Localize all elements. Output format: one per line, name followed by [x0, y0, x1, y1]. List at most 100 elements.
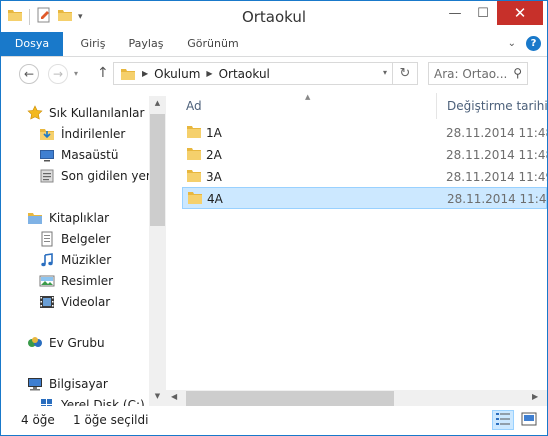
refresh-button[interactable]: ↻ — [392, 63, 417, 84]
nav-item-label: Yerel Disk (C:) — [61, 398, 145, 406]
file-list: ▲ Ad Değiştirme tarihi 1A 28.11.2014 11:… — [166, 91, 547, 406]
nav-item-label: İndirilenler — [61, 127, 126, 141]
file-name: 4A — [207, 192, 223, 206]
downloads-folder-icon — [39, 126, 55, 142]
file-name: 2A — [206, 148, 222, 162]
title-bar: ▾ Ortaokul — ☐ ✕ — [1, 1, 547, 32]
large-icons-view-button[interactable] — [518, 410, 540, 430]
nav-pane-scrollbar[interactable]: ▲ ▼ — [149, 96, 166, 406]
explorer-window: ▾ Ortaokul — ☐ ✕ Dosya Giriş Paylaş Görü… — [0, 0, 548, 436]
file-date: 28.11.2014 11:49 — [447, 192, 548, 206]
nav-item-local-disk[interactable]: Yerel Disk (C:) — [39, 395, 145, 406]
details-view-button[interactable] — [492, 410, 514, 430]
tab-file[interactable]: Dosya — [1, 32, 63, 56]
file-row[interactable]: 3A 28.11.2014 11:49 — [182, 166, 547, 188]
sort-ascending-icon: ▲ — [305, 93, 311, 101]
music-note-icon — [39, 252, 55, 268]
ribbon-tabs: Dosya Giriş Paylaş Görünüm ⌄ ? — [1, 32, 547, 57]
scroll-up-arrow[interactable]: ▲ — [149, 99, 166, 107]
file-row[interactable]: 1A 28.11.2014 11:48 — [182, 122, 547, 144]
up-button[interactable]: ↑ — [97, 65, 109, 81]
search-input[interactable]: Ara: Ortao... ⚲ — [428, 62, 528, 85]
nav-favorites[interactable]: Sık Kullanılanlar — [27, 103, 144, 123]
file-date: 28.11.2014 11:48 — [446, 148, 548, 162]
scroll-down-arrow[interactable]: ▼ — [149, 392, 166, 400]
folder-icon — [186, 169, 202, 186]
file-date: 28.11.2014 11:49 — [446, 170, 548, 184]
scroll-right-arrow[interactable]: ▶ — [532, 392, 538, 401]
folder-icon — [187, 191, 203, 208]
large-icons-view-icon — [521, 412, 537, 429]
nav-libraries[interactable]: Kitaplıklar — [27, 208, 109, 228]
tab-share[interactable]: Paylaş — [123, 32, 169, 56]
ribbon-controls: ⌄ ? — [508, 36, 541, 51]
nav-item-videos[interactable]: Videolar — [39, 292, 110, 312]
navigation-bar: ← → ▾ ↑ ▶ Okulum ▶ Ortaokul ▾ ↻ Ara: Ort… — [1, 57, 547, 91]
column-divider[interactable] — [436, 93, 437, 119]
column-header-name[interactable]: Ad — [186, 99, 202, 113]
nav-libraries-label: Kitaplıklar — [49, 211, 110, 225]
tab-home[interactable]: Giriş — [73, 32, 113, 56]
nav-item-downloads[interactable]: İndirilenler — [39, 124, 125, 144]
selected-count: 1 öğe seçildi — [73, 413, 149, 427]
file-name: 1A — [206, 126, 222, 140]
videos-icon — [39, 294, 55, 310]
search-icon[interactable]: ⚲ — [513, 66, 522, 80]
minimize-button[interactable]: — — [441, 1, 469, 25]
file-row-selected[interactable]: 4A 28.11.2014 11:49 — [182, 187, 547, 209]
details-view-icon — [495, 412, 511, 429]
help-icon[interactable]: ? — [526, 36, 541, 51]
nav-item-pictures[interactable]: Resimler — [39, 271, 113, 291]
address-bar[interactable]: ▶ Okulum ▶ Ortaokul ▾ ↻ — [113, 62, 418, 85]
scrollbar-thumb[interactable] — [186, 391, 394, 406]
nav-homegroup[interactable]: Ev Grubu — [27, 333, 105, 353]
folder-icon — [186, 125, 202, 142]
arrow-left-icon: ← — [23, 67, 35, 81]
breadcrumb-ortaokul[interactable]: Ortaokul — [219, 67, 270, 81]
recent-places-icon — [39, 168, 55, 184]
recent-locations-icon[interactable]: ▾ — [74, 69, 78, 78]
nav-computer[interactable]: Bilgisayar — [27, 374, 108, 394]
chevron-right-icon[interactable]: ▶ — [142, 69, 148, 78]
file-row[interactable]: 2A 28.11.2014 11:48 — [182, 144, 547, 166]
folder-icon — [120, 67, 136, 81]
forward-button[interactable]: → — [48, 64, 68, 84]
nav-item-music[interactable]: Müzikler — [39, 250, 111, 270]
nav-item-documents[interactable]: Belgeler — [39, 229, 111, 249]
refresh-icon: ↻ — [399, 66, 411, 81]
breadcrumb-okulum[interactable]: Okulum — [154, 67, 200, 81]
item-count: 4 öğe — [21, 413, 55, 427]
file-name: 3A — [206, 170, 222, 184]
tab-view[interactable]: Görünüm — [181, 32, 245, 56]
nav-item-label: Belgeler — [61, 232, 111, 246]
folder-icon — [186, 147, 202, 164]
windows-drive-icon — [39, 397, 55, 406]
libraries-icon — [27, 210, 43, 226]
maximize-button[interactable]: ☐ — [469, 1, 497, 25]
nav-item-label: Masaüstü — [61, 148, 119, 162]
status-bar: 4 öğe 1 öğe seçildi — [1, 406, 547, 435]
window-controls: — ☐ ✕ — [441, 1, 543, 25]
nav-item-label: Resimler — [61, 274, 114, 288]
desktop-icon — [39, 147, 55, 163]
nav-favorites-label: Sık Kullanılanlar — [49, 106, 145, 120]
chevron-right-icon[interactable]: ▶ — [206, 69, 212, 78]
star-icon — [27, 105, 43, 121]
pictures-icon — [39, 273, 55, 289]
nav-item-desktop[interactable]: Masaüstü — [39, 145, 118, 165]
file-date: 28.11.2014 11:48 — [446, 126, 548, 140]
nav-item-recent-places[interactable]: Son gidilen yerler — [39, 166, 164, 186]
nav-item-label: Videolar — [61, 295, 111, 309]
close-button[interactable]: ✕ — [497, 1, 543, 25]
column-header-row: ▲ Ad Değiştirme tarihi — [166, 91, 547, 119]
content-horizontal-scrollbar[interactable]: ◀ ▶ — [166, 390, 547, 407]
address-history-dropdown[interactable]: ▾ — [383, 68, 387, 77]
column-header-date-modified[interactable]: Değiştirme tarihi — [447, 99, 547, 113]
back-button[interactable]: ← — [19, 64, 39, 84]
navigation-pane: Sık Kullanılanlar İndirilenler Masaüstü … — [1, 96, 164, 406]
nav-homegroup-label: Ev Grubu — [49, 336, 105, 350]
scroll-left-arrow[interactable]: ◀ — [171, 392, 177, 401]
expand-ribbon-icon[interactable]: ⌄ — [508, 38, 516, 49]
computer-icon — [27, 376, 43, 392]
scrollbar-thumb[interactable] — [150, 114, 165, 226]
